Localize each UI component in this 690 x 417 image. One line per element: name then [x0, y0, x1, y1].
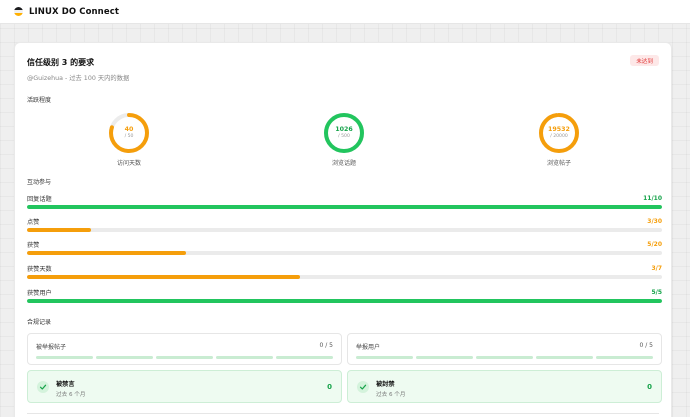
progress-count: 5/5	[651, 289, 662, 296]
reported-users-box: 举报用户 0 / 5	[347, 333, 662, 365]
ring-max: / 50	[124, 134, 134, 139]
progress-fill	[27, 205, 662, 209]
brand-title[interactable]: LINUX DO Connect	[29, 7, 119, 17]
segment-bar	[356, 356, 653, 359]
box-label: 被封禁	[376, 381, 395, 388]
segment	[96, 356, 153, 359]
progress-label: 回复话题	[27, 196, 52, 203]
activity-section-label: 活跃程度	[27, 97, 52, 104]
segment	[416, 356, 473, 359]
reported-posts-box: 被举报帖子 0 / 5	[27, 333, 342, 365]
progress-fill	[27, 228, 91, 232]
progress-track	[27, 205, 662, 209]
progress-fill	[27, 275, 301, 279]
segment	[356, 356, 413, 359]
progress-likes-given: 点赞 3/30	[27, 217, 662, 232]
ring-value: 1026	[335, 126, 353, 133]
progress-track	[27, 251, 662, 255]
progress-reply-topics: 回复话题 11/10	[27, 194, 662, 209]
segment	[276, 356, 333, 359]
progress-label: 点赞	[27, 219, 40, 226]
progress-count: 5/20	[647, 241, 662, 248]
ring-chart: 40 / 50	[107, 111, 151, 155]
trust-level-card: 信任级别 3 的要求 @Guizehua - 过去 100 天内的数据 未达到 …	[14, 42, 672, 417]
ring-label: 浏览话题	[331, 160, 356, 167]
segment	[476, 356, 533, 359]
box-sublabel: 过去 6 个月	[56, 392, 86, 398]
progress-liked-users: 获赞用户 5/5	[27, 288, 662, 303]
suspended-box: 被封禁 过去 6 个月 0	[347, 370, 662, 403]
progress-count: 3/30	[647, 218, 662, 225]
ring-label: 访问天数	[116, 160, 141, 167]
linuxdo-logo-icon[interactable]	[14, 7, 23, 16]
top-bar: LINUX DO Connect	[0, 0, 690, 24]
progress-track	[27, 299, 662, 303]
progress-label: 获赞	[27, 242, 40, 249]
check-circle-icon	[357, 381, 369, 393]
box-count: 0	[647, 383, 652, 391]
box-count: 0	[327, 383, 332, 391]
segment	[596, 356, 653, 359]
check-circle-icon	[37, 381, 49, 393]
ring-value: 40	[124, 126, 134, 133]
ring-chart: 1026 / 500	[322, 111, 366, 155]
compliance-section-label: 合规记录	[27, 319, 52, 326]
ring-label: 浏览帖子	[546, 160, 571, 167]
ring-max: / 500	[338, 134, 350, 139]
ring-topics-viewed: 1026 / 500 浏览话题	[314, 111, 374, 167]
segment-bar	[36, 356, 333, 359]
status-badge: 未达到	[630, 55, 659, 66]
box-label: 被禁言	[56, 381, 75, 388]
progress-count: 3/7	[651, 265, 662, 272]
box-count: 0 / 5	[319, 342, 333, 349]
progress-track	[27, 228, 662, 232]
box-label: 举报用户	[356, 344, 381, 351]
progress-track	[27, 275, 662, 279]
silenced-box: 被禁言 过去 6 个月 0	[27, 370, 342, 403]
divider	[27, 413, 659, 414]
ring-value: 19532	[548, 126, 570, 133]
segment	[36, 356, 93, 359]
progress-count: 11/10	[643, 195, 662, 202]
segment	[216, 356, 273, 359]
progress-fill	[27, 251, 186, 255]
card-title: 信任级别 3 的要求	[27, 58, 95, 67]
card-subtitle: @Guizehua - 过去 100 天内的数据	[27, 75, 130, 82]
box-sublabel: 过去 6 个月	[376, 392, 406, 398]
progress-likes-received: 获赞 5/20	[27, 240, 662, 255]
ring-posts-viewed: 19532 / 20000 浏览帖子	[529, 111, 589, 167]
progress-label: 获赞天数	[27, 266, 52, 273]
ring-chart: 19532 / 20000	[537, 111, 581, 155]
segment	[536, 356, 593, 359]
box-label: 被举报帖子	[36, 344, 67, 351]
progress-fill	[27, 299, 662, 303]
interaction-section-label: 互动参与	[27, 179, 52, 186]
segment	[156, 356, 213, 359]
ring-visit-days: 40 / 50 访问天数	[99, 111, 159, 167]
box-count: 0 / 5	[639, 342, 653, 349]
progress-label: 获赞用户	[27, 290, 52, 297]
progress-liked-days: 获赞天数 3/7	[27, 264, 662, 279]
ring-max: / 20000	[550, 134, 568, 139]
